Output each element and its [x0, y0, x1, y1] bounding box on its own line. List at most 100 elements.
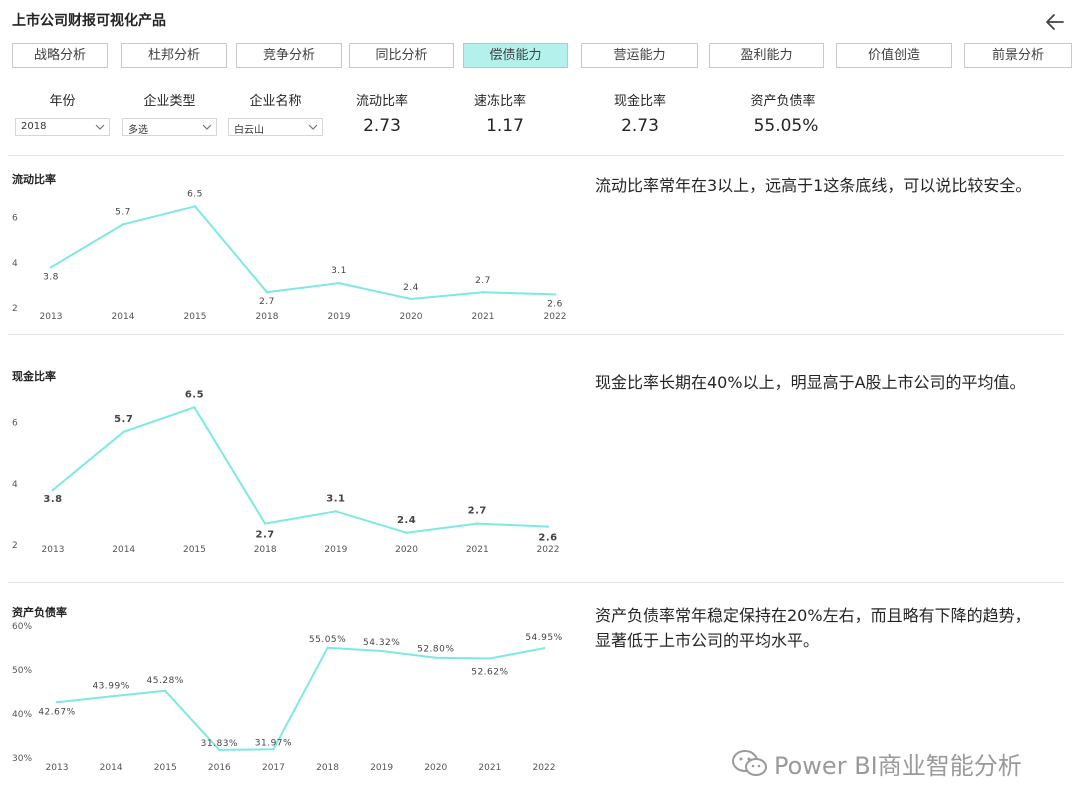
data-point [49, 266, 53, 269]
data-point [326, 646, 329, 649]
y-tick-label: 2 [12, 541, 18, 551]
x-tick-label: 2021 [478, 763, 501, 773]
x-tick-label: 2016 [208, 763, 231, 773]
x-tick-label: 2022 [533, 763, 556, 773]
data-point [218, 748, 221, 752]
data-point [488, 657, 492, 660]
tab-dupont[interactable]: 杜邦分析 [121, 43, 227, 68]
data-label: 6.5 [185, 389, 204, 400]
data-point [409, 297, 413, 301]
series-line [56, 646, 545, 751]
data-label: 31.83% [201, 739, 238, 749]
data-point [121, 223, 125, 226]
chevron-down-icon [95, 124, 105, 130]
x-tick-label: 2018 [256, 312, 279, 322]
data-label: 45.28% [147, 676, 184, 686]
cash-ratio-chart: 现金比率 2 4 6 2013 2014 2015 2018 2019 2020 2021 2022 3… [0, 362, 580, 562]
data-label: 54.32% [363, 638, 400, 648]
x-tick-label: 2015 [154, 763, 177, 773]
data-point [542, 647, 546, 650]
year-filter-label: 年份 [49, 94, 76, 109]
data-point [265, 290, 269, 294]
tab-profitability[interactable]: 盈利能力 [709, 43, 824, 68]
tab-value-creation[interactable]: 价值创造 [836, 43, 952, 68]
cash-ratio-kpi-label: 现金比率 [613, 94, 666, 109]
data-point [337, 281, 341, 285]
chevron-down-icon [202, 124, 212, 130]
tab-operations[interactable]: 营运能力 [581, 43, 698, 68]
data-point [193, 205, 197, 208]
chart-title: 资产负债率 [12, 605, 67, 619]
company-name-dropdown[interactable]: 白云山 [228, 118, 323, 136]
current-ratio-kpi-label: 流动比率 [355, 94, 408, 109]
data-label: 2.4 [403, 283, 419, 293]
company-type-filter-label: 企业类型 [143, 94, 196, 109]
debt-ratio-kpi-label: 资产负债率 [750, 94, 816, 109]
data-label: 43.99% [92, 681, 129, 691]
data-label: 2.6 [538, 533, 557, 544]
data-point [546, 525, 550, 528]
x-tick-label: 2020 [424, 763, 447, 773]
x-tick-label: 2014 [100, 763, 123, 773]
tab-solvency[interactable]: 偿债能力 [463, 43, 568, 68]
x-tick-label: 2013 [46, 763, 69, 773]
arrow-left-icon[interactable] [1042, 10, 1068, 34]
y-tick-label: 30% [12, 754, 32, 764]
data-point [55, 701, 59, 704]
data-label: 2.7 [259, 297, 275, 307]
data-point [380, 649, 383, 653]
data-label: 2.7 [475, 276, 491, 286]
tab-yoy[interactable]: 同比分析 [349, 43, 454, 68]
company-type-dropdown-value: 多选 [128, 125, 148, 136]
data-label: 42.67% [38, 707, 75, 717]
y-tick-label: 50% [12, 666, 32, 676]
app-title: 上市公司财报可视化产品 [12, 13, 166, 29]
watermark: Power BI商业智能分析 [730, 742, 1060, 782]
data-point [481, 290, 485, 294]
chart-title: 现金比率 [12, 369, 56, 383]
debt-ratio-chart: 资产负债率 30% 40% 50% 60% 2013 2014 2015 2016 2017 201… [0, 598, 580, 778]
section-divider [8, 582, 1064, 583]
company-type-dropdown[interactable]: 多选 [122, 118, 217, 136]
x-tick-label: 2015 [183, 545, 206, 555]
section-divider [8, 155, 1064, 156]
data-label: 52.80% [417, 645, 454, 655]
x-tick-label: 2019 [370, 763, 393, 773]
x-tick-label: 2018 [316, 763, 339, 773]
cash-ratio-commentary: 现金比率长期在40%以上，明显高于A股上市公司的平均值。 [595, 373, 1026, 392]
watermark-text: Power BI商业智能分析 [774, 752, 1022, 780]
x-tick-label: 2020 [395, 545, 418, 555]
cash-ratio-line-chart: 现金比率 2 4 6 2013 2014 2015 2018 2019 2020 2021 2022 3… [12, 369, 559, 555]
data-label: 3.8 [43, 494, 62, 505]
data-label: 3.8 [43, 272, 59, 282]
y-tick-label: 4 [12, 480, 18, 490]
tab-strategy[interactable]: 战略分析 [12, 43, 108, 68]
data-label: 52.62% [471, 667, 508, 677]
data-point [122, 430, 125, 433]
x-tick-label: 2020 [400, 312, 423, 322]
year-dropdown-value: 2018 [21, 121, 47, 132]
tab-outlook[interactable]: 前景分析 [964, 43, 1072, 68]
tab-competition[interactable]: 竞争分析 [236, 43, 342, 68]
data-label: 3.1 [331, 266, 347, 276]
x-tick-label: 2019 [328, 312, 351, 322]
x-tick-label: 2015 [184, 312, 207, 322]
data-point [51, 488, 55, 492]
quick-ratio-kpi-label: 速冻比率 [473, 94, 526, 109]
data-label: 5.7 [115, 207, 131, 217]
data-point [193, 406, 196, 409]
x-tick-label: 2013 [40, 312, 63, 322]
year-dropdown[interactable]: 2018 [15, 118, 110, 136]
data-label: 6.5 [187, 189, 203, 199]
section-divider [8, 334, 1064, 335]
x-tick-label: 2014 [112, 312, 135, 322]
quick-ratio-kpi-value: 1.17 [486, 116, 524, 136]
data-label: 2.7 [256, 530, 275, 541]
data-point [164, 689, 167, 692]
data-label: 2.4 [397, 515, 416, 526]
data-point [263, 522, 267, 525]
data-label: 55.05% [309, 635, 346, 645]
data-point [272, 748, 275, 751]
data-label: 3.1 [326, 493, 345, 504]
data-point [334, 510, 338, 513]
